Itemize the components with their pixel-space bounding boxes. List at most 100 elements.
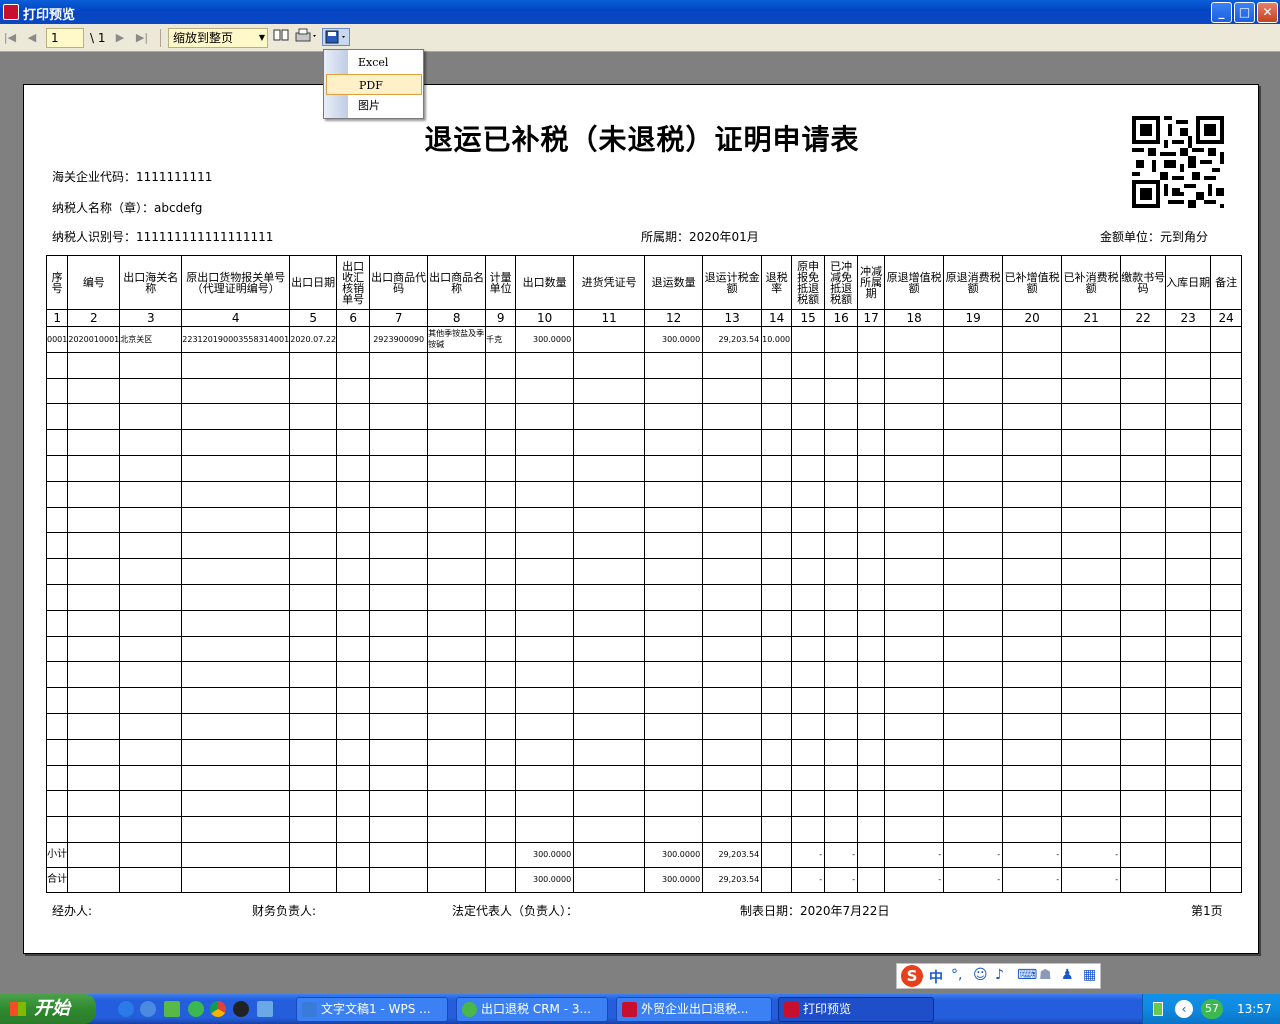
table-cell: -: [943, 841, 1004, 868]
chrome-icon[interactable]: [210, 1001, 226, 1017]
browser-icon[interactable]: [140, 1001, 156, 1017]
table-cell: [1061, 661, 1122, 689]
notification-badge[interactable]: 57: [1201, 999, 1223, 1019]
table-cell: [427, 558, 487, 585]
app-icon-circle[interactable]: [188, 1001, 204, 1017]
app-icon-green[interactable]: [164, 1001, 180, 1017]
task-export-refund[interactable]: 外贸企业出口退税...: [616, 997, 772, 1022]
table-cell: [791, 738, 826, 766]
table-cell: [119, 738, 183, 766]
table-cell: [1210, 532, 1243, 560]
task-wps[interactable]: 文字文稿1 - WPS ...: [296, 997, 448, 1022]
table-cell: [1210, 635, 1243, 663]
table-cell: [45, 558, 69, 585]
start-button[interactable]: 开始: [0, 994, 96, 1024]
table-cell: [289, 841, 338, 868]
microphone-icon[interactable]: ♪: [995, 967, 1004, 983]
table-cell: 300.0000: [644, 841, 704, 868]
first-page-icon[interactable]: |◀: [2, 28, 18, 48]
close-button[interactable]: ✕: [1257, 2, 1278, 23]
table-cell: [884, 609, 945, 637]
printer-icon[interactable]: [294, 28, 320, 46]
total-row: 合计 300.0000 300.0000 29,203.54- - - - - -: [45, 866, 1243, 893]
table-cell: [119, 635, 183, 663]
header-cell: 计量单位: [485, 255, 517, 310]
menu-item-pdf[interactable]: PDF: [326, 74, 422, 95]
keyboard-icon[interactable]: ⌨: [1017, 967, 1037, 983]
menu-item-image[interactable]: 图片: [326, 95, 422, 116]
table-cell: [181, 790, 291, 818]
table-cell: [289, 454, 338, 482]
table-row: [45, 377, 1243, 405]
minimize-button[interactable]: _: [1211, 2, 1232, 23]
table-cell: [857, 687, 886, 714]
task-print-preview[interactable]: 打印预览: [778, 997, 934, 1022]
table-cell: [761, 764, 793, 792]
ie-icon[interactable]: [118, 1001, 134, 1017]
maximize-button[interactable]: □: [1234, 2, 1255, 23]
table-cell: [369, 764, 429, 792]
prev-page-icon[interactable]: ◀: [24, 28, 40, 48]
table-cell: [119, 480, 183, 508]
menu-grid-icon[interactable]: ▦: [1083, 967, 1096, 983]
table-cell: 0001: [45, 326, 69, 353]
table-cell: 300.0000: [515, 866, 575, 893]
table-cell: [1210, 506, 1243, 534]
table-cell: [824, 661, 859, 689]
table-cell: [289, 532, 338, 560]
ime-toolbar[interactable]: S 中 °, ☺ ♪ ⌨ ☗ ♟ ▦: [896, 963, 1101, 989]
table-cell: [1002, 764, 1063, 792]
table-row: [45, 583, 1243, 611]
table-cell: [485, 454, 517, 482]
table-cell: [644, 609, 704, 637]
table-cell: [791, 558, 826, 585]
table-cell: [1002, 790, 1063, 818]
task-crm[interactable]: 出口退税 CRM - 3...: [456, 997, 608, 1022]
table-cell: [1061, 326, 1122, 353]
last-page-icon[interactable]: ▶|: [134, 28, 150, 48]
chevron-left-icon[interactable]: ‹: [1175, 1000, 1193, 1018]
table-cell: [644, 583, 704, 611]
battery-icon[interactable]: [1153, 1002, 1163, 1016]
table-cell: [45, 609, 69, 637]
table-cell: [67, 738, 121, 766]
app-icon-grid[interactable]: [257, 1001, 273, 1017]
header-cell: 出口商品代码: [369, 255, 429, 310]
zoom-select[interactable]: 缩放到整页 ▼: [168, 28, 268, 48]
table-cell: [515, 687, 575, 714]
skin-icon[interactable]: ♟: [1061, 967, 1074, 983]
emoji-icon[interactable]: ☺: [973, 967, 988, 983]
table-cell: [119, 687, 183, 714]
table-cell: [943, 403, 1004, 431]
table-cell: [1002, 532, 1063, 560]
table-cell: [289, 866, 338, 893]
period: 所属期：2020年01月: [641, 230, 759, 244]
preview-area[interactable]: 退运已补税（未退税）证明申请表 海关企业代码：1111111111 纳税人名称（…: [0, 53, 1280, 988]
column-number-cell: 6: [336, 309, 371, 327]
table-cell: [289, 687, 338, 714]
table-cell: [427, 764, 487, 792]
qq-icon[interactable]: [233, 1001, 249, 1017]
crm-icon: [462, 1002, 477, 1017]
page-number-input[interactable]: 1: [46, 28, 84, 48]
table-row: [45, 738, 1243, 766]
menu-item-excel[interactable]: Excel: [326, 52, 422, 73]
table-cell: [45, 454, 69, 482]
table-cell: [1002, 609, 1063, 637]
sogou-icon[interactable]: S: [901, 965, 923, 987]
book-icon[interactable]: [272, 28, 290, 46]
table-cell: [1210, 377, 1243, 405]
punctuation-icon[interactable]: °,: [951, 967, 962, 983]
table-cell: [1002, 506, 1063, 534]
save-icon[interactable]: [322, 28, 350, 46]
table-cell: [644, 403, 704, 431]
table-cell: [943, 609, 1004, 637]
table-cell: [1120, 377, 1167, 405]
column-number-cell: 21: [1061, 309, 1122, 327]
table-cell: [181, 712, 291, 740]
ime-mode[interactable]: 中: [929, 967, 943, 987]
table-cell: [289, 558, 338, 585]
user-icon[interactable]: ☗: [1039, 967, 1052, 983]
next-page-icon[interactable]: ▶: [112, 28, 128, 48]
export-menu: Excel PDF 图片: [323, 49, 424, 119]
